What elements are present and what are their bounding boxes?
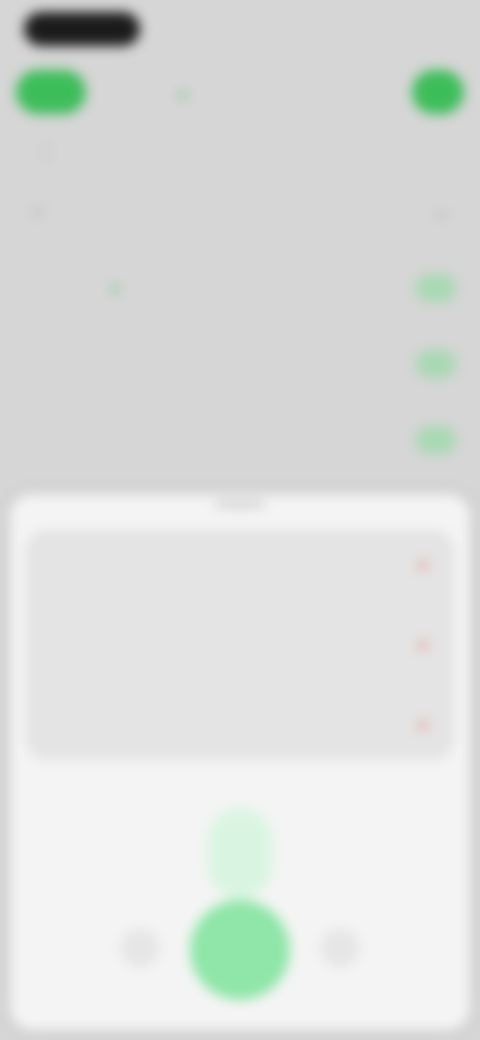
list-item-main <box>94 279 416 297</box>
list-item-action-button[interactable] <box>416 350 456 378</box>
close-icon[interactable]: ✕ <box>412 555 434 577</box>
secondary-left-button[interactable] <box>120 928 160 968</box>
sheet-option[interactable]: ✕ <box>46 616 434 676</box>
sheet-handle[interactable] <box>216 502 264 507</box>
list-item[interactable] <box>24 412 456 468</box>
sheet-option[interactable]: ✕ <box>46 696 434 756</box>
record-button[interactable] <box>190 900 290 1000</box>
close-icon[interactable]: ✕ <box>412 635 434 657</box>
chevron-down-icon[interactable]: ⌄ <box>428 202 456 222</box>
tab-bar <box>30 140 440 164</box>
blurred-background: ⌕ ⌄ ✕ ✕ ✕ <box>0 0 480 1040</box>
status-pill <box>24 12 140 46</box>
left-header-button[interactable] <box>16 70 86 114</box>
right-header-button[interactable] <box>412 70 464 114</box>
tab-separator <box>46 144 47 160</box>
close-icon[interactable]: ✕ <box>412 715 434 737</box>
list-item-action-button[interactable] <box>416 274 456 302</box>
list-item-action-button[interactable] <box>416 426 456 454</box>
status-dot <box>112 286 118 292</box>
secondary-right-button[interactable] <box>320 928 360 968</box>
sheet-option[interactable]: ✕ <box>46 536 434 596</box>
list-item[interactable] <box>24 260 456 316</box>
search-icon: ⌕ <box>33 203 43 220</box>
list-item[interactable] <box>24 336 456 392</box>
search-bar[interactable]: ⌕ ⌄ <box>24 190 456 234</box>
title-status-dot <box>180 92 186 98</box>
mic-icon <box>208 808 272 898</box>
